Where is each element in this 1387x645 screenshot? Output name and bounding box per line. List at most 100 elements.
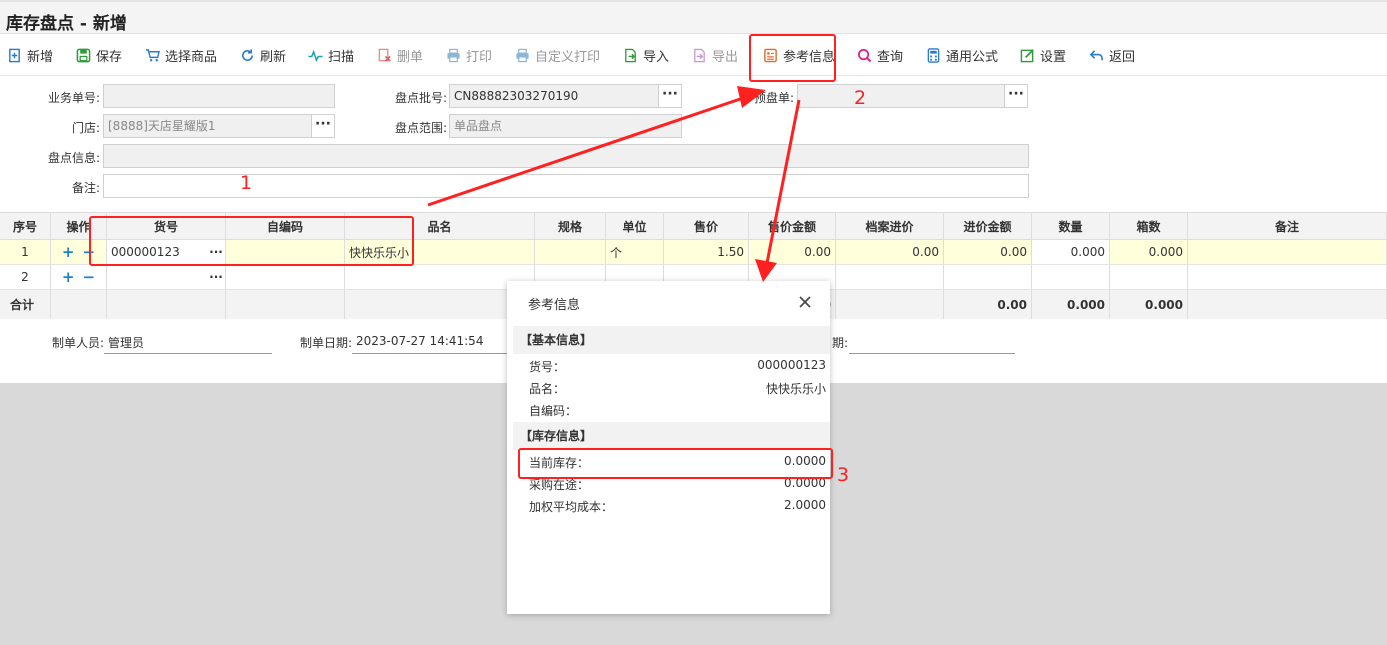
row-archive-cost xyxy=(836,265,944,289)
export-icon xyxy=(694,48,705,62)
row-cost-amount: 0.00 xyxy=(944,240,1032,264)
col-header-qty[interactable]: 数量 xyxy=(1032,213,1110,239)
select-goods-button[interactable]: 选择商品 xyxy=(145,45,217,65)
printer-icon xyxy=(447,48,460,62)
row-seq: 2 xyxy=(0,265,51,289)
delete-doc-icon xyxy=(378,48,391,62)
row-actions: + − xyxy=(51,265,107,289)
printer-icon xyxy=(516,48,529,62)
batch-no-field[interactable]: CN88882303270190 xyxy=(449,84,659,108)
annotation-number-2: 2 xyxy=(854,87,867,109)
avg-cost-label: 加权平均成本： xyxy=(529,500,614,514)
add-row-icon[interactable]: + xyxy=(62,243,75,261)
delete-doc-button[interactable]: 删单 xyxy=(377,45,423,65)
refresh-icon xyxy=(242,48,253,61)
row-seq: 1 xyxy=(0,240,51,264)
summary-empty xyxy=(226,290,345,319)
col-header-boxes[interactable]: 箱数 xyxy=(1110,213,1188,239)
col-header-remark[interactable]: 备注 xyxy=(1188,213,1387,239)
page-title: 库存盘点 - 新增 xyxy=(6,14,127,34)
row-self-code[interactable] xyxy=(226,265,345,289)
export-button[interactable]: 导出 xyxy=(692,45,738,65)
pre-count-picker-button[interactable]: ··· xyxy=(1004,84,1028,108)
date2-underline xyxy=(849,353,1015,354)
col-header-price[interactable]: 售价 xyxy=(664,213,749,239)
import-icon xyxy=(625,48,636,62)
annotation-box-3 xyxy=(518,448,833,479)
doc-no-label: 业务单号: xyxy=(47,91,100,105)
basic-info-section: 【基本信息】 xyxy=(513,326,830,354)
col-header-cost-amount[interactable]: 进价金额 xyxy=(944,213,1032,239)
save-icon xyxy=(76,48,91,62)
row-qty-input[interactable] xyxy=(1032,265,1110,289)
row-code[interactable] xyxy=(107,265,207,289)
batch-no-picker-button[interactable]: ··· xyxy=(658,84,682,108)
col-header-unit[interactable]: 单位 xyxy=(606,213,664,239)
count-info-label: 盘点信息: xyxy=(47,151,100,165)
row-archive-cost: 0.00 xyxy=(836,240,944,264)
col-header-spec[interactable]: 规格 xyxy=(535,213,606,239)
edit-settings-icon xyxy=(1020,48,1034,62)
summary-empty xyxy=(1188,290,1387,319)
calculator-icon xyxy=(927,47,940,63)
common-formula-button[interactable]: 通用公式 xyxy=(926,45,998,65)
row-cost-amount xyxy=(944,265,1032,289)
doc-no-field[interactable] xyxy=(103,84,335,108)
add-row-icon[interactable]: + xyxy=(62,268,75,286)
pulse-icon xyxy=(308,49,323,62)
store-field[interactable]: [8888]天店星耀版1 xyxy=(103,114,312,138)
creator-value: 管理员 xyxy=(108,336,145,350)
remove-row-icon[interactable]: − xyxy=(83,268,96,286)
summary-empty xyxy=(107,290,226,319)
row-price-amount: 0.00 xyxy=(749,240,836,264)
toolbar: 新增 保存 选择商品 刷新 扫描 删单 打印 自定义打印 导入 导出 参考信息 xyxy=(0,34,1387,76)
row-qty-input[interactable]: 0.000 xyxy=(1032,240,1110,264)
pre-count-label: 预盘单: xyxy=(753,91,794,105)
row-remark[interactable] xyxy=(1188,240,1387,264)
query-button[interactable]: 查询 xyxy=(857,45,903,65)
create-date-label: 制单日期: xyxy=(300,336,353,350)
custom-print-button[interactable]: 自定义打印 xyxy=(515,45,600,65)
title-bar: 库存盘点 - 新增 xyxy=(0,0,1387,34)
annotation-number-1: 1 xyxy=(240,172,253,194)
col-header-price-amount[interactable]: 售价金额 xyxy=(749,213,836,239)
dialog-self-code-label: 自编码： xyxy=(529,404,578,418)
summary-empty xyxy=(836,290,944,319)
refresh-button[interactable]: 刷新 xyxy=(240,45,286,65)
cart-icon xyxy=(145,48,160,61)
new-button[interactable]: 新增 xyxy=(7,45,53,65)
col-header-archive-cost[interactable]: 档案进价 xyxy=(836,213,944,239)
close-icon[interactable] xyxy=(797,294,813,310)
row-spec xyxy=(535,240,606,264)
stock-info-section: 【库存信息】 xyxy=(513,422,830,450)
store-picker-button[interactable]: ··· xyxy=(311,114,335,138)
annotation-box-2 xyxy=(749,34,836,82)
dialog-code-label: 货号： xyxy=(529,360,566,374)
back-button[interactable]: 返回 xyxy=(1089,45,1135,65)
store-label: 门店: xyxy=(71,121,100,135)
summary-boxes: 0.000 xyxy=(1110,290,1188,319)
save-button[interactable]: 保存 xyxy=(76,45,122,65)
dialog-name-value: 快快乐乐小 xyxy=(765,382,826,396)
remark-label: 备注: xyxy=(71,181,100,195)
code-picker-button[interactable]: ··· xyxy=(207,265,226,289)
dialog-name-label: 品名： xyxy=(529,382,566,396)
pre-count-field[interactable] xyxy=(797,84,1005,108)
col-header-seq: 序号 xyxy=(0,213,51,239)
create-date-value: 2023-07-27 14:41:54 xyxy=(356,334,484,348)
import-button[interactable]: 导入 xyxy=(623,45,669,65)
row-boxes[interactable] xyxy=(1110,265,1188,289)
date2-label: 期: xyxy=(832,336,849,350)
summary-cost-amount: 0.00 xyxy=(944,290,1032,319)
summary-empty xyxy=(51,290,107,319)
settings-button[interactable]: 设置 xyxy=(1020,45,1066,65)
count-info-field[interactable] xyxy=(103,144,1029,168)
scan-button[interactable]: 扫描 xyxy=(308,45,354,65)
row-boxes[interactable]: 0.000 xyxy=(1110,240,1188,264)
print-button[interactable]: 打印 xyxy=(446,45,492,65)
new-doc-icon xyxy=(9,48,20,62)
scope-field[interactable]: 单品盘点 xyxy=(449,114,682,138)
annotation-number-3: 3 xyxy=(837,464,850,486)
row-remark[interactable] xyxy=(1188,265,1387,289)
row-unit: 个 xyxy=(606,240,664,264)
